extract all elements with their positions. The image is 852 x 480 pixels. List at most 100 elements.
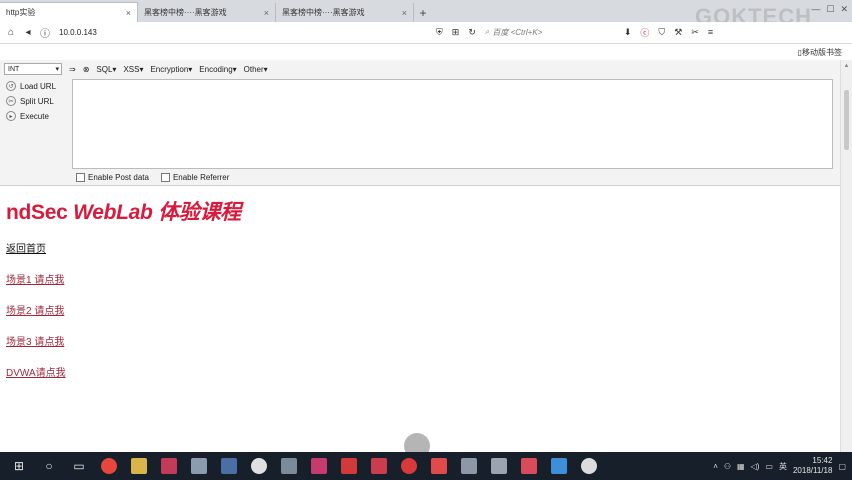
menu-encryption[interactable]: Encryption▾ bbox=[150, 65, 192, 74]
minimize-icon[interactable]: — bbox=[811, 4, 820, 15]
back-icon[interactable]: ◂ bbox=[21, 26, 35, 40]
app-icon-8[interactable] bbox=[368, 455, 390, 477]
cortana-icon[interactable]: ○ bbox=[38, 455, 60, 477]
tab-http-lab[interactable]: http实验 × bbox=[0, 2, 138, 22]
arrow-right-icon[interactable]: ⇒ bbox=[69, 65, 76, 74]
bookmark-icon[interactable]: ⛉ bbox=[658, 27, 665, 38]
volume-icon[interactable]: ◁) bbox=[751, 462, 760, 471]
browser-app-icon[interactable] bbox=[98, 455, 120, 477]
info-icon[interactable]: ⓘ bbox=[38, 26, 52, 40]
play-icon: ▸ bbox=[6, 111, 16, 121]
app-icon-10[interactable] bbox=[428, 455, 450, 477]
menu-sql[interactable]: SQL▾ bbox=[96, 65, 116, 74]
app-icon-1[interactable] bbox=[158, 455, 180, 477]
chevron-down-icon: ▾ bbox=[55, 66, 59, 73]
app-icon-15[interactable] bbox=[578, 455, 600, 477]
mobile-bookmarks-link[interactable]: 移动版书签 bbox=[802, 47, 842, 58]
tab-label: http实验 bbox=[6, 8, 36, 17]
enable-referrer-label: Enable Referrer bbox=[172, 173, 230, 182]
split-url-label: Split URL bbox=[20, 96, 54, 106]
app-icon-6[interactable] bbox=[308, 455, 330, 477]
people-icon[interactable]: ⚇ bbox=[724, 462, 731, 471]
hackbar-options: Enable Post data Enable Referrer bbox=[76, 173, 229, 182]
close-icon[interactable]: × bbox=[402, 8, 407, 18]
app-icon-4[interactable] bbox=[248, 455, 270, 477]
app-icon-2[interactable] bbox=[188, 455, 210, 477]
type-select-value: INT bbox=[8, 65, 20, 73]
load-url-label: Load URL bbox=[20, 81, 57, 91]
scene-2-link[interactable]: 场景2 请点我 bbox=[6, 302, 840, 317]
close-icon[interactable]: × bbox=[126, 8, 131, 18]
menu-other[interactable]: Other▾ bbox=[244, 65, 268, 74]
window-controls: — ☐ ✕ bbox=[811, 4, 848, 15]
app-icon-11[interactable] bbox=[458, 455, 480, 477]
windows-start-icon[interactable]: ⊞ bbox=[8, 455, 30, 477]
new-tab-button[interactable]: + bbox=[414, 3, 432, 22]
page-content: ndSec WebLab 体验课程 返回首页 场景1 请点我 场景2 请点我 场… bbox=[0, 187, 840, 452]
execute-button[interactable]: ▸ Execute bbox=[6, 110, 56, 122]
type-select[interactable]: INT ▾ bbox=[4, 63, 62, 75]
checkbox-box bbox=[76, 173, 85, 182]
scroll-up-icon[interactable]: ▲ bbox=[841, 60, 852, 71]
home-link[interactable]: 返回首页 bbox=[6, 240, 840, 255]
network-icon[interactable]: ▦ bbox=[737, 462, 745, 471]
tab-hacker-game-1[interactable]: 黑客榜中榜····黑客游戏 × bbox=[138, 3, 276, 22]
load-icon: ↺ bbox=[6, 81, 16, 91]
address-bar-row: ⌂ ◂ ⓘ 10.0.0.143 ⛨ ⊞ ↻ ⌕ 百度 <Ctrl+K> ⬇ ⓒ… bbox=[0, 22, 852, 44]
enable-post-data-checkbox[interactable]: Enable Post data bbox=[76, 173, 149, 182]
battery-icon[interactable]: ▭ bbox=[765, 462, 773, 471]
language-indicator[interactable]: 英 bbox=[779, 461, 787, 472]
app-icon-7[interactable] bbox=[338, 455, 360, 477]
url-textarea[interactable] bbox=[72, 79, 833, 169]
clock-date: 2018/11/18 bbox=[792, 466, 833, 475]
file-explorer-icon[interactable] bbox=[128, 455, 150, 477]
tools-icon[interactable]: ⚒ bbox=[674, 27, 682, 38]
menu-encoding[interactable]: Encoding▾ bbox=[199, 65, 236, 74]
scene-1-link[interactable]: 场景1 请点我 bbox=[6, 271, 840, 286]
menu-icon[interactable]: ≡ bbox=[708, 27, 713, 37]
close-icon[interactable]: × bbox=[264, 8, 269, 18]
home-icon[interactable]: ⌂ bbox=[4, 26, 18, 40]
vertical-scrollbar[interactable]: ▲ bbox=[840, 60, 852, 452]
extension-icon[interactable]: ⓒ bbox=[640, 26, 649, 39]
dvwa-link[interactable]: DVWA请点我 bbox=[6, 364, 840, 379]
url-field[interactable]: 10.0.0.143 bbox=[59, 28, 429, 37]
grid-icon[interactable]: ⊞ bbox=[452, 27, 460, 38]
download-icon[interactable]: ⬇ bbox=[624, 27, 632, 38]
tab-hacker-game-2[interactable]: 黑客榜中榜····黑客游戏 × bbox=[276, 3, 414, 22]
checkbox-box bbox=[160, 173, 170, 182]
search-input[interactable]: ⌕ 百度 <Ctrl+K> bbox=[485, 25, 615, 39]
notification-icon[interactable]: ▢ bbox=[838, 462, 846, 471]
execute-label: Execute bbox=[20, 111, 49, 121]
shield-icon[interactable]: ⛨ bbox=[436, 27, 443, 38]
circle-icon[interactable]: ⊗ bbox=[83, 65, 90, 74]
tab-label: 黑客榜中榜····黑客游戏 bbox=[282, 8, 365, 17]
clock[interactable]: 15:42 2018/11/18 bbox=[793, 456, 832, 476]
scene-3-link[interactable]: 场景3 请点我 bbox=[6, 333, 840, 348]
enable-referrer-checkbox[interactable]: Enable Referrer bbox=[160, 173, 230, 182]
system-tray: ˄ ⚇ ▦ ◁) ▭ 英 15:42 2018/11/18 ▢ bbox=[713, 456, 846, 476]
task-view-icon[interactable]: ▭ bbox=[68, 455, 90, 477]
search-placeholder: 百度 <Ctrl+K> bbox=[492, 27, 543, 37]
app-icon-13[interactable] bbox=[518, 455, 540, 477]
screenshot-icon[interactable]: ✂ bbox=[691, 27, 699, 38]
reload-icon[interactable]: ↻ bbox=[468, 27, 476, 38]
maximize-icon[interactable]: ☐ bbox=[826, 4, 834, 15]
app-icon-14[interactable] bbox=[548, 455, 570, 477]
app-icon-5[interactable] bbox=[278, 455, 300, 477]
load-url-button[interactable]: ↺ Load URL bbox=[6, 80, 56, 92]
app-icon-9[interactable] bbox=[398, 455, 420, 477]
app-icon-12[interactable] bbox=[488, 455, 510, 477]
scroll-thumb[interactable] bbox=[844, 90, 849, 150]
menu-xss[interactable]: XSS▾ bbox=[123, 65, 143, 74]
close-window-icon[interactable]: ✕ bbox=[840, 4, 848, 15]
chevron-up-icon[interactable]: ˄ bbox=[713, 462, 718, 471]
split-url-button[interactable]: ✂ Split URL bbox=[6, 95, 56, 107]
clock-time: 15:42 bbox=[812, 456, 833, 465]
taskbar: ⊞ ○ ▭ ˄ ⚇ ▦ ◁) ▭ 英 15:42 2018/11/18 ▢ bbox=[0, 452, 852, 480]
app-icon-3[interactable] bbox=[218, 455, 240, 477]
page-title-part1: ndSec bbox=[6, 201, 74, 224]
page-title: ndSec WebLab 体验课程 bbox=[6, 196, 840, 226]
hackbar-panel: INT ▾ ⇒ ⊗ SQL▾ XSS▾ Encryption▾ Encoding… bbox=[0, 60, 852, 186]
tab-label: 黑客榜中榜····黑客游戏 bbox=[144, 8, 227, 17]
